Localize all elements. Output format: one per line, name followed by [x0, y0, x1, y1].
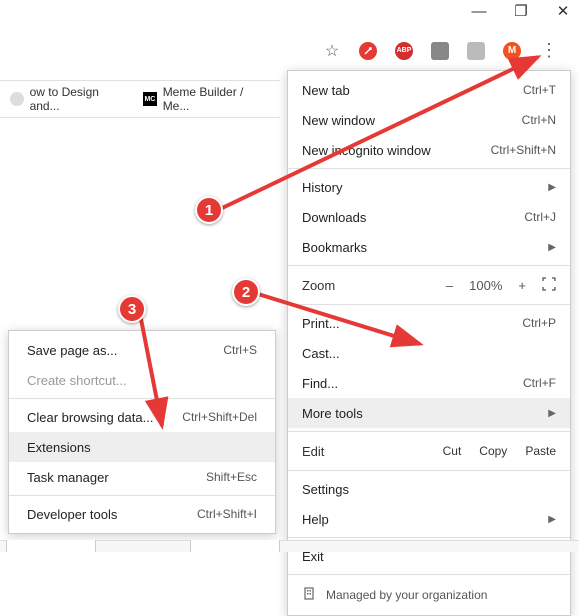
more-tools-submenu: Save page as... Ctrl+S Create shortcut..…	[8, 330, 276, 534]
menu-item-new-window[interactable]: New window Ctrl+N	[288, 105, 570, 135]
menu-separator	[288, 431, 570, 432]
annotation-badge-2: 2	[232, 278, 260, 306]
submenu-item-dev-tools[interactable]: Developer tools Ctrl+Shift+I	[9, 499, 275, 529]
menu-label: Bookmarks	[302, 240, 367, 255]
submenu-item-clear-data[interactable]: Clear browsing data... Ctrl+Shift+Del	[9, 402, 275, 432]
menu-label: Developer tools	[27, 507, 117, 522]
chevron-right-icon: ▶	[548, 408, 556, 419]
chevron-right-icon: ▶	[548, 182, 556, 193]
menu-label: History	[302, 180, 342, 195]
menu-item-settings[interactable]: Settings	[288, 474, 570, 504]
submenu-item-save-page[interactable]: Save page as... Ctrl+S	[9, 335, 275, 365]
submenu-item-extensions[interactable]: Extensions	[9, 432, 275, 462]
menu-label: Managed by your organization	[326, 588, 487, 602]
bookmark-item-2[interactable]: MC Meme Builder / Me...	[143, 85, 270, 113]
building-icon	[302, 586, 316, 603]
menu-separator	[288, 304, 570, 305]
menu-item-incognito[interactable]: New incognito window Ctrl+Shift+N	[288, 135, 570, 165]
extension-icon-3[interactable]	[431, 42, 449, 60]
menu-label: Help	[302, 512, 329, 527]
menu-label: Create shortcut...	[27, 373, 127, 388]
menu-label: New window	[302, 113, 375, 128]
menu-separator	[9, 495, 275, 496]
bookmarks-bar: ow to Design and... MC Meme Builder / Me…	[0, 80, 280, 118]
favicon-icon: MC	[143, 92, 157, 106]
chevron-right-icon: ▶	[548, 514, 556, 525]
zoom-in-button[interactable]: +	[518, 278, 526, 293]
menu-shortcut: Ctrl+F	[523, 376, 556, 390]
menu-separator	[288, 168, 570, 169]
menu-label: Downloads	[302, 210, 366, 225]
menu-separator	[288, 574, 570, 575]
menu-separator	[288, 470, 570, 471]
minimize-button[interactable]: —	[469, 3, 489, 20]
favicon-icon	[10, 92, 24, 106]
zoom-value: 100%	[469, 278, 502, 293]
menu-shortcut: Ctrl+Shift+I	[197, 507, 257, 521]
chrome-main-menu: New tab Ctrl+T New window Ctrl+N New inc…	[287, 70, 571, 616]
menu-label: New tab	[302, 83, 350, 98]
menu-item-print[interactable]: Print... Ctrl+P	[288, 308, 570, 338]
menu-item-more-tools[interactable]: More tools ▶	[288, 398, 570, 428]
taskbar-segment	[190, 540, 280, 552]
menu-label: Edit	[302, 444, 324, 459]
close-button[interactable]: ✕	[553, 2, 573, 20]
cut-button[interactable]: Cut	[443, 444, 462, 458]
extension-icon-abp[interactable]: ABP	[395, 42, 413, 60]
chevron-right-icon: ▶	[548, 242, 556, 253]
menu-item-zoom: Zoom – 100% +	[288, 269, 570, 301]
bookmark-item-1[interactable]: ow to Design and...	[10, 85, 129, 113]
menu-shortcut: Ctrl+N	[522, 113, 556, 127]
menu-shortcut: Ctrl+S	[223, 343, 257, 357]
menu-shortcut: Ctrl+P	[522, 316, 556, 330]
profile-avatar[interactable]: M	[503, 42, 521, 60]
annotation-badge-3: 3	[118, 295, 146, 323]
menu-label: Clear browsing data...	[27, 410, 153, 425]
bookmark-label: Meme Builder / Me...	[163, 85, 270, 113]
window-controls: — ❐ ✕	[469, 2, 573, 20]
browser-toolbar: ☆ ABP M ⋮	[323, 40, 559, 61]
menu-label: Settings	[302, 482, 349, 497]
menu-label: New incognito window	[302, 143, 431, 158]
menu-separator	[9, 398, 275, 399]
menu-item-find[interactable]: Find... Ctrl+F	[288, 368, 570, 398]
menu-label: Extensions	[27, 440, 91, 455]
zoom-out-button[interactable]: –	[446, 278, 453, 293]
menu-item-cast[interactable]: Cast...	[288, 338, 570, 368]
copy-button[interactable]: Copy	[479, 444, 507, 458]
paste-button[interactable]: Paste	[525, 444, 556, 458]
extension-icon-1[interactable]	[359, 42, 377, 60]
menu-shortcut: Ctrl+T	[523, 83, 556, 97]
menu-item-help[interactable]: Help ▶	[288, 504, 570, 534]
menu-separator	[288, 265, 570, 266]
menu-label: Task manager	[27, 470, 109, 485]
menu-shortcut: Ctrl+Shift+Del	[182, 410, 257, 424]
taskbar-segment	[6, 540, 96, 552]
submenu-item-task-manager[interactable]: Task manager Shift+Esc	[9, 462, 275, 492]
menu-label: Print...	[302, 316, 340, 331]
annotation-badge-1: 1	[195, 196, 223, 224]
menu-item-managed-org[interactable]: Managed by your organization	[288, 578, 570, 611]
menu-label: Save page as...	[27, 343, 117, 358]
menu-item-history[interactable]: History ▶	[288, 172, 570, 202]
menu-item-downloads[interactable]: Downloads Ctrl+J	[288, 202, 570, 232]
menu-item-new-tab[interactable]: New tab Ctrl+T	[288, 75, 570, 105]
menu-kebab-icon[interactable]: ⋮	[539, 40, 559, 61]
menu-shortcut: Ctrl+Shift+N	[491, 143, 556, 157]
menu-label: Cast...	[302, 346, 340, 361]
extension-icon-4[interactable]	[467, 42, 485, 60]
menu-label: More tools	[302, 406, 363, 421]
menu-label: Find...	[302, 376, 338, 391]
menu-item-edit: Edit Cut Copy Paste	[288, 435, 570, 467]
menu-shortcut: Ctrl+J	[524, 210, 556, 224]
bookmark-label: ow to Design and...	[30, 85, 130, 113]
bookmark-star-icon[interactable]: ☆	[323, 42, 341, 60]
maximize-button[interactable]: ❐	[511, 2, 531, 20]
menu-label: Zoom	[302, 278, 335, 293]
menu-separator	[288, 537, 570, 538]
fullscreen-icon[interactable]	[542, 277, 556, 294]
menu-item-bookmarks[interactable]: Bookmarks ▶	[288, 232, 570, 262]
menu-shortcut: Shift+Esc	[206, 470, 257, 484]
submenu-item-create-shortcut: Create shortcut...	[9, 365, 275, 395]
